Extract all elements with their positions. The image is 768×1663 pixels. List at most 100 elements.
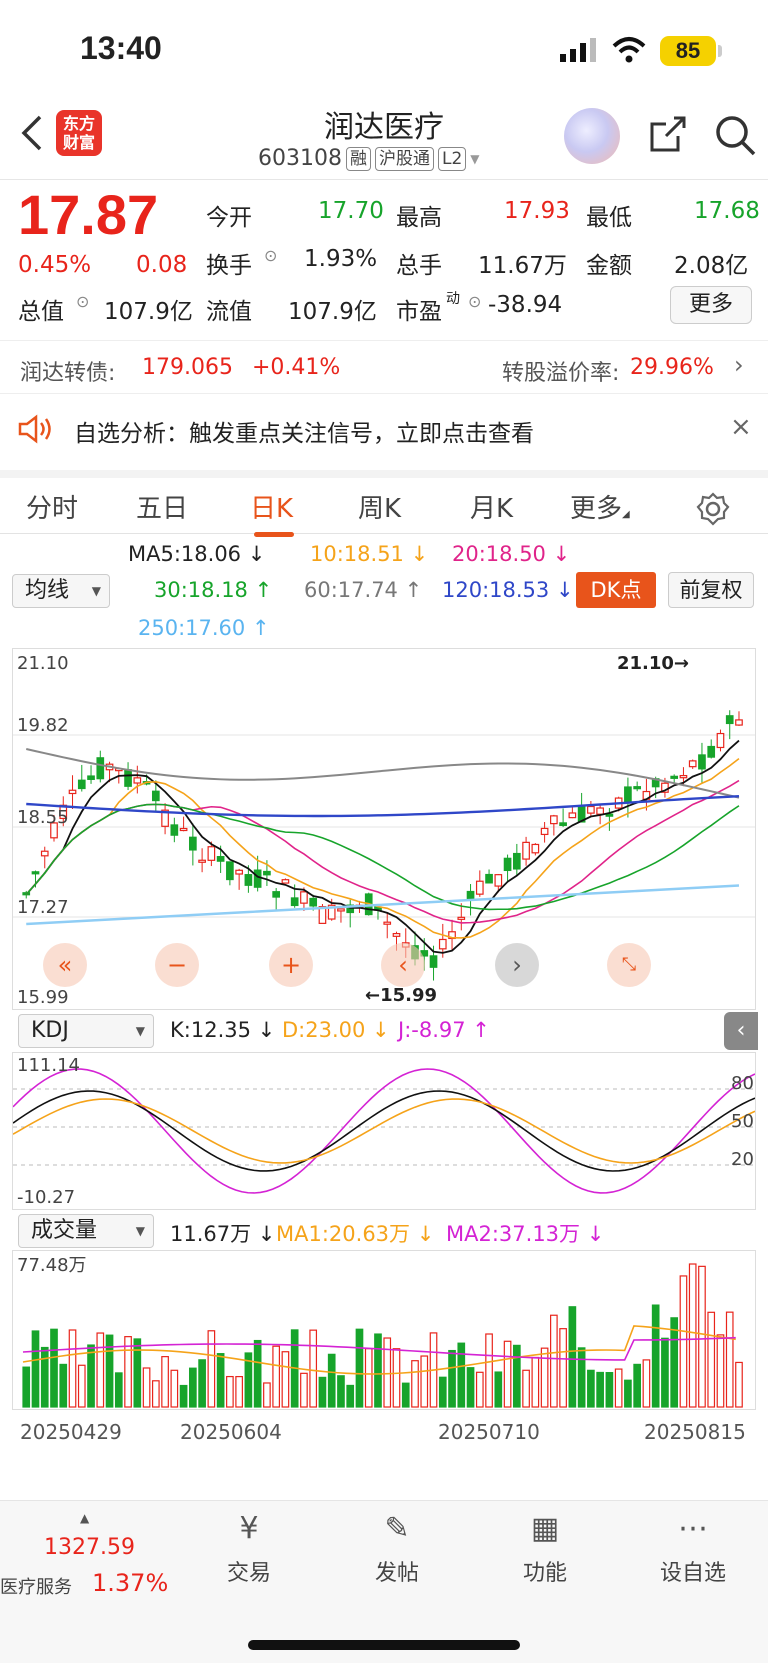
speaker-icon (18, 414, 51, 444)
bond-change: +0.41% (252, 355, 341, 380)
candle-body (596, 807, 604, 815)
period-tabs: 分时 五日 日K 周K 月K 更多◢ (0, 470, 768, 537)
candle-body (512, 852, 521, 870)
edit-icon: ✎ (384, 1511, 410, 1546)
candle-body (87, 775, 95, 780)
volume-select[interactable]: 成交量 ▼ (18, 1214, 154, 1248)
nav-trade[interactable]: ¥ 交易 (194, 1511, 304, 1587)
kdj-chart[interactable]: 111.14 -10.27 80 50 20 (12, 1052, 756, 1210)
open-label: 今开 (206, 205, 252, 231)
chevron-right-icon: › (734, 351, 744, 379)
convertible-bond-row[interactable]: 润达转债: 179.065 +0.41% 转股溢价率: 29.96% › (0, 340, 768, 394)
scroll-left-icon[interactable]: « (43, 943, 87, 987)
kdj-level-20: 20 (731, 1149, 754, 1170)
volume-bar (707, 1311, 716, 1408)
candle-body (133, 777, 142, 784)
volume-bar (374, 1333, 382, 1408)
candle-body (587, 805, 595, 814)
assistant-avatar-icon[interactable] (564, 108, 620, 164)
tab-weekly-k[interactable]: 周K (358, 488, 401, 525)
candle-body (68, 789, 77, 795)
indicator-select[interactable]: 均线 ▼ (12, 574, 110, 608)
candle-body (457, 916, 466, 920)
volume-bar (614, 1368, 623, 1408)
premium-label: 转股溢价率: (502, 361, 620, 386)
search-icon[interactable] (714, 114, 756, 156)
dk-point-button[interactable]: DK点 (576, 572, 656, 608)
kdj-select[interactable]: KDJ ▼ (18, 1014, 154, 1048)
tab-monthly-k[interactable]: 月K (470, 488, 513, 525)
high-label: 最高 (396, 205, 442, 231)
close-icon[interactable]: × (730, 412, 752, 442)
kdj-j-line (12, 1068, 756, 1194)
volume-bar (698, 1265, 706, 1408)
nav-post[interactable]: ✎ 发帖 (342, 1511, 452, 1587)
volume-value: 11.67万 (478, 253, 567, 279)
volume-bar (87, 1344, 95, 1408)
collapse-panel-icon[interactable]: ‹ (724, 1012, 758, 1050)
trade-icon: ¥ (239, 1511, 259, 1546)
connect-tag: 沪股通 (374, 146, 434, 171)
more-button[interactable]: 更多 (670, 286, 752, 324)
ma30-text: 30:18.18 (154, 578, 248, 602)
ma60-value: 60:17.74 ↑ (304, 578, 423, 602)
candle-body (670, 775, 679, 779)
info-icon[interactable]: ⊙ (468, 292, 481, 311)
volume-bar (679, 1275, 688, 1408)
candle-body (272, 891, 281, 898)
last-price: 17.87 (18, 183, 159, 246)
volume-bar (235, 1375, 243, 1408)
prev-icon[interactable]: ‹ (381, 943, 425, 987)
candlestick-chart[interactable]: 21.10 19.82 18.55 17.27 15.99 21.10→ ←15… (12, 648, 756, 1010)
volume-bar (401, 1382, 410, 1408)
candle-body (263, 870, 271, 876)
nav-functions[interactable]: ▦ 功能 (490, 1511, 600, 1587)
volume-bar (179, 1384, 188, 1408)
nav-add-watchlist[interactable]: ⋯ 设自选 (638, 1511, 748, 1587)
candle-body (124, 769, 132, 787)
volume-bar (346, 1384, 355, 1408)
volume-ma2: MA2:37.13万 ↓ (446, 1222, 605, 1246)
volume-value: 11.67万 ↓ (170, 1222, 276, 1246)
candle-body (503, 857, 512, 872)
dropdown-icon: ▼ (91, 584, 101, 598)
kdj-d-value: D:23.00 ↓ (282, 1018, 390, 1042)
volume-bar (151, 1380, 160, 1408)
zoom-out-icon[interactable]: − (155, 943, 199, 987)
next-icon[interactable]: › (495, 943, 539, 987)
fullscreen-icon[interactable]: ⤡ (607, 943, 651, 987)
candle-body (688, 760, 697, 768)
tab-more[interactable]: 更多◢ (570, 488, 630, 525)
candle-body (429, 955, 438, 968)
forward-adjust-button[interactable]: 前复权 (668, 572, 754, 608)
info-icon[interactable]: ⊙ (76, 292, 89, 311)
volume-bar (300, 1372, 308, 1408)
volume-chart[interactable]: 77.48万 (12, 1250, 756, 1410)
candle-body (735, 719, 743, 726)
settings-gear-icon[interactable] (696, 492, 730, 526)
volume-bar (670, 1317, 679, 1408)
volume-bar (512, 1344, 521, 1408)
tab-five-day[interactable]: 五日 (136, 488, 188, 525)
share-icon[interactable] (648, 114, 688, 154)
zoom-in-icon[interactable]: + (269, 943, 313, 987)
dropdown-icon: ◢ (622, 509, 630, 520)
ma120-value: 120:18.53 ↓ (442, 578, 574, 602)
stock-code-row[interactable]: 603108 融 沪股通 L2 ▼ (258, 146, 480, 171)
clock: 13:40 (80, 30, 162, 66)
nav-add-label: 设自选 (659, 1561, 726, 1586)
ma-line (26, 884, 740, 926)
tab-daily-k[interactable]: 日K (250, 488, 293, 525)
candle-body (300, 891, 308, 904)
candle-body (624, 786, 632, 803)
info-icon[interactable]: ⊙ (264, 246, 277, 265)
stock-header: 东方 财富 润达医疗 603108 融 沪股通 L2 ▼ (0, 96, 768, 180)
candle-body (170, 824, 179, 836)
volume-bar (651, 1304, 660, 1408)
candle-body (568, 812, 577, 819)
tab-intraday[interactable]: 分时 (26, 488, 78, 525)
candle-body (494, 874, 503, 887)
volume-bar (161, 1356, 169, 1408)
alert-banner[interactable]: 自选分析：触发重点关注信号，立即点击查看 × (0, 398, 768, 464)
ma5-text: MA5:18.06 (128, 542, 242, 566)
